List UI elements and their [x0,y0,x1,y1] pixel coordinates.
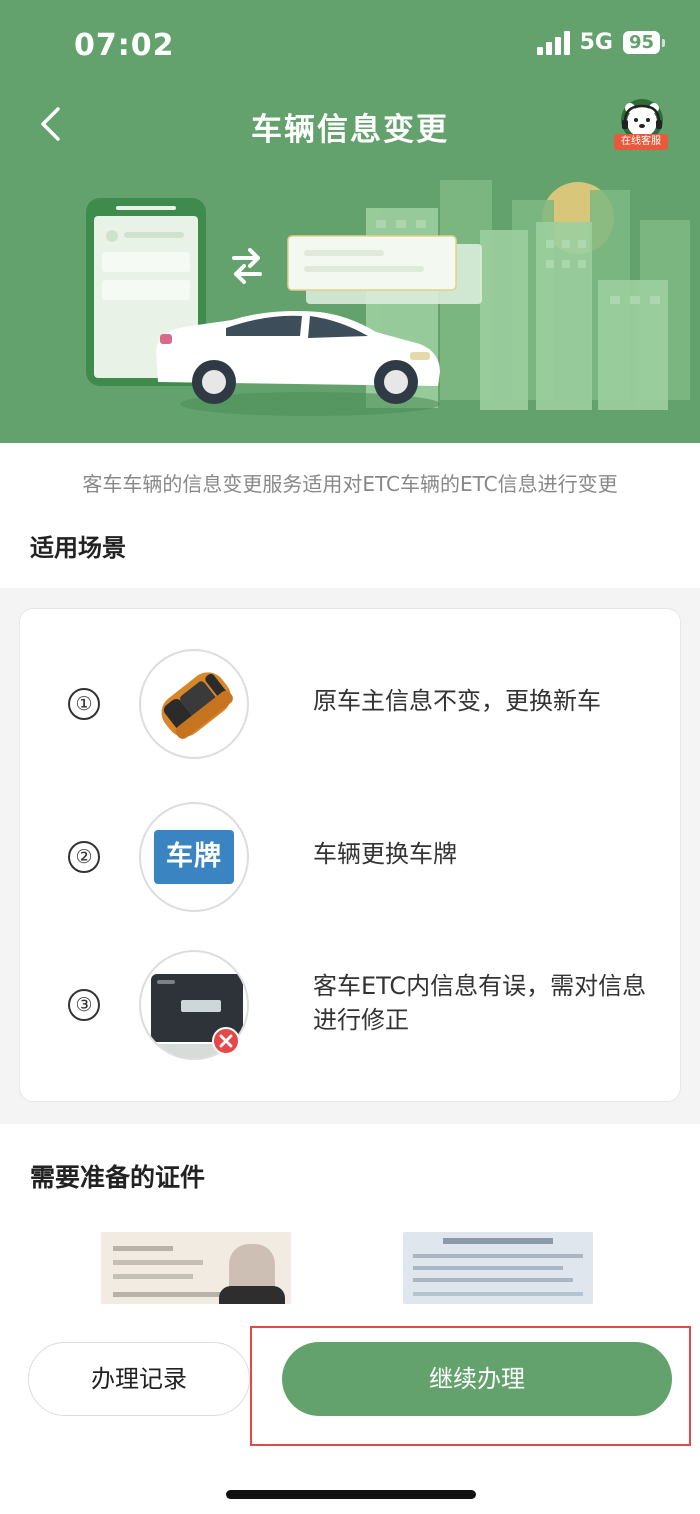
records-button[interactable]: 办理记录 [28,1342,250,1416]
license-plate-image: 车牌 [139,802,249,912]
scenario-text: 原车主信息不变，更换新车 [313,687,601,715]
section-title-documents: 需要准备的证件 [30,1163,206,1192]
network-type: 5G [579,30,613,55]
scenario-number: ② [68,841,100,873]
intro-text: 客车车辆的信息变更服务适用对ETC车辆的ETC信息进行变更 [82,472,618,496]
id-card-image [101,1232,291,1304]
swap-arrows-icon [232,248,262,284]
status-time: 07:02 [74,28,175,63]
scenario-item: ① 原车主信息不变，更换新车 [20,646,682,766]
customer-service-label: 在线客服 [614,134,668,150]
scenario-number: ① [68,688,100,720]
battery-icon: 95 [622,31,666,54]
scenarios-card: ① 原车主信息不变，更换新车 ② 车牌 车辆更换车牌 ③ 客车ETC内信息有误，… [19,608,681,1102]
scenario-item: ③ 客车ETC内信息有误，需对信息进行修正 [20,947,682,1067]
plate-badge: 车牌 [166,841,222,872]
signal-icon [536,30,570,55]
status-indicators: 5G 95 [536,30,666,55]
new-car-image [139,649,249,759]
scenario-text: 车辆更换车牌 [313,840,457,868]
scenario-number: ③ [68,989,100,1021]
home-indicator [226,1490,476,1499]
vehicle-license-image [403,1232,593,1304]
hero-banner: 07:02 5G 95 车辆信息变更 在线客服 [0,0,700,443]
scenario-item: ② 车牌 车辆更换车牌 [20,799,682,919]
scenario-text: 客车ETC内信息有误，需对信息进行修正 [313,972,647,1034]
continue-button[interactable]: 继续办理 [282,1342,672,1416]
section-title-scenarios: 适用场景 [30,534,126,562]
banner-illustration [86,180,690,416]
error-icon [212,1027,240,1055]
customer-service-button[interactable]: 在线客服 [614,98,668,152]
page-title: 车辆信息变更 [251,112,449,148]
